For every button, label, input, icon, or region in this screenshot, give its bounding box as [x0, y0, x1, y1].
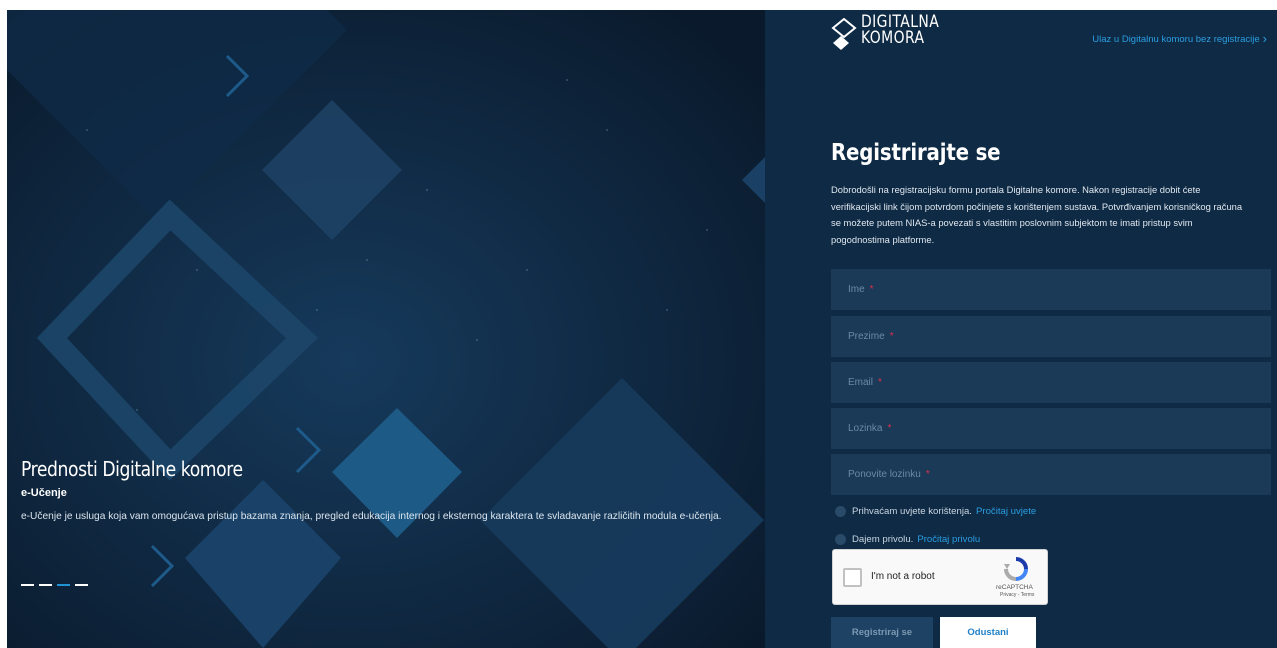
logo-line-2: KOMORA	[861, 28, 925, 48]
slide-indicators	[21, 584, 88, 586]
register-button[interactable]: Registriraj se	[831, 617, 933, 648]
first-name-field[interactable]: Ime *	[831, 269, 1271, 310]
hero-heading: Prednosti Digitalne komore	[21, 457, 243, 481]
hero-subheading: e-Učenje	[21, 487, 67, 499]
terms-row: Prihvaćam uvjete korištenja. Pročitaj uv…	[835, 506, 1036, 517]
terms-label: Prihvaćam uvjete korištenja.	[852, 506, 972, 517]
first-name-placeholder: Ime	[848, 284, 865, 295]
slide-indicator-2[interactable]	[39, 584, 52, 586]
logo-diamond-icon	[831, 18, 857, 50]
hero-section: Prednosti Digitalne komore e-Učenje e-Uč…	[7, 10, 765, 648]
recaptcha-label: I'm not a robot	[871, 571, 935, 582]
guest-entry-link[interactable]: Ulaz u Digitalnu komoru bez registracije…	[1092, 30, 1267, 46]
recaptcha-brand: reCAPTCHA	[996, 584, 1033, 591]
logo-text: DIGITALNA KOMORA	[861, 14, 939, 48]
last-name-placeholder: Prezime	[848, 331, 885, 342]
email-placeholder: Email	[848, 377, 874, 388]
required-mark: *	[925, 469, 930, 480]
required-mark: *	[878, 377, 882, 388]
recaptcha-widget: I'm not a robot reCAPTCHA Privacy - Term…	[832, 549, 1048, 605]
intro-text: Dobrodošli na registracijsku formu porta…	[831, 184, 1243, 245]
registration-panel: DIGITALNA KOMORA Ulaz u Digitalnu komoru…	[765, 10, 1277, 648]
recaptcha-logo-icon	[1004, 557, 1028, 581]
last-name-field[interactable]: Prezime *	[831, 316, 1271, 357]
password-placeholder: Lozinka	[848, 423, 883, 434]
privacy-link[interactable]: Pročitaj privolu	[917, 534, 980, 545]
slide-indicator-4[interactable]	[75, 584, 88, 586]
guest-entry-label: Ulaz u Digitalnu komoru bez registracije	[1092, 34, 1260, 45]
email-field[interactable]: Email *	[831, 362, 1271, 403]
cancel-button[interactable]: Odustani	[940, 617, 1036, 648]
password-field[interactable]: Lozinka *	[831, 408, 1271, 449]
required-mark: *	[889, 331, 894, 342]
recaptcha-checkbox[interactable]	[843, 568, 862, 587]
terms-checkbox[interactable]	[835, 506, 846, 517]
slide-indicator-3[interactable]	[57, 584, 70, 586]
password-repeat-field[interactable]: Ponovite lozinku *	[831, 454, 1271, 495]
chevron-right-icon: ›	[1262, 31, 1267, 46]
privacy-checkbox[interactable]	[835, 534, 846, 545]
password-repeat-placeholder: Ponovite lozinku	[848, 469, 921, 480]
slide-indicator-1[interactable]	[21, 584, 34, 586]
page-title: Registrirajte se	[831, 140, 1001, 166]
required-mark: *	[887, 423, 892, 434]
recaptcha-terms[interactable]: Privacy - Terms	[1000, 592, 1034, 598]
required-mark: *	[869, 284, 874, 295]
logo[interactable]: DIGITALNA KOMORA	[831, 14, 961, 56]
privacy-row: Dajem privolu. Pročitaj privolu	[835, 534, 980, 545]
hero-background-graphic	[7, 10, 765, 648]
hero-description: e-Učenje je usluga koja vam omogućava pr…	[21, 511, 722, 522]
terms-link[interactable]: Pročitaj uvjete	[976, 506, 1036, 517]
privacy-label: Dajem privolu.	[852, 534, 914, 545]
